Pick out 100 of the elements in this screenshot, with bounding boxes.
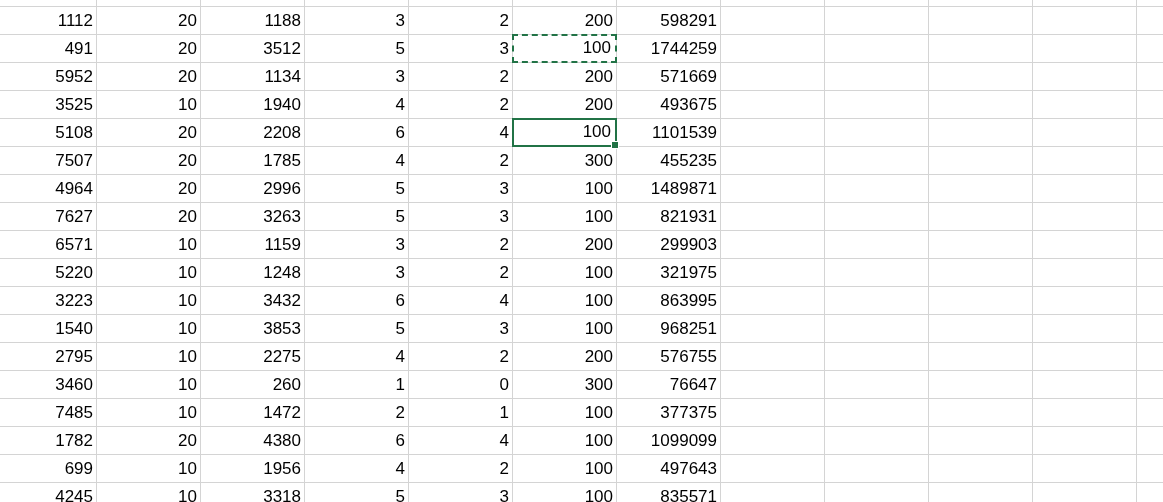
table-cell-text: 5 <box>394 485 406 502</box>
fill-handle[interactable] <box>611 141 619 149</box>
table-cell-text: 200 <box>583 233 614 256</box>
table-cell-text: 200 <box>583 93 614 116</box>
table-cell-text: 20 <box>177 37 198 60</box>
table-cell-text: 576755 <box>659 345 718 368</box>
table-cell-text: 20 <box>177 149 198 172</box>
table-cell-text: 10 <box>177 485 198 502</box>
table-cell-text: 571669 <box>659 65 718 88</box>
table-cell-text: 10 <box>177 261 198 284</box>
table-cell-text: 300 <box>583 149 614 172</box>
table-cell-text: 10 <box>177 373 198 396</box>
table-cell-text: 10 <box>177 345 198 368</box>
table-cell-text: 1489871 <box>649 177 718 200</box>
table-cell-text: 200 <box>583 9 614 32</box>
table-cell-text: 7627 <box>54 205 94 228</box>
table-cell-text: 10 <box>177 317 198 340</box>
table-cell-text: 5 <box>394 317 406 340</box>
table-cell-text: 10 <box>177 289 198 312</box>
table-cell-text: 3 <box>394 65 406 88</box>
table-cell-text: 3 <box>394 9 406 32</box>
table-cell-text: 20 <box>177 65 198 88</box>
table-cell-text: 3 <box>498 37 510 60</box>
table-cell-text: 491 <box>63 37 94 60</box>
table-cell-text: 3223 <box>54 289 94 312</box>
table-cell-text: 3318 <box>262 485 302 502</box>
table-cell-text: 3432 <box>262 289 302 312</box>
table-cell-text: 300 <box>583 373 614 396</box>
table-cell-text: 1744259 <box>649 37 718 60</box>
table-cell-text: 2208 <box>262 121 302 144</box>
table-cell-text: 1248 <box>262 261 302 284</box>
table-cell-text: 1101539 <box>651 121 718 144</box>
table-cell-text: 699 <box>63 457 94 480</box>
table-cell-text: 4380 <box>262 429 302 452</box>
table-cell-text: 3 <box>394 261 406 284</box>
table-cell-text: 1956 <box>262 457 302 480</box>
table-cell-text: 100 <box>583 205 614 228</box>
table-cell-text: 2 <box>498 233 510 256</box>
table-cell-text: 1 <box>394 373 406 396</box>
table-cell-text: 20 <box>177 9 198 32</box>
table-cell-text: 1472 <box>262 401 302 424</box>
table-cell-text: 4245 <box>54 485 94 502</box>
table-cell-text: 4 <box>498 121 510 144</box>
table-cell-text: 5 <box>394 177 406 200</box>
table-cell-text: 3 <box>394 233 406 256</box>
table-cell-text: 6 <box>394 289 406 312</box>
table-cell-text: 20 <box>177 121 198 144</box>
table-cell-text: 493675 <box>659 93 718 116</box>
table-cell-text: 2 <box>498 9 510 32</box>
table-cell-text: 5952 <box>54 65 94 88</box>
table-cell-text: 3 <box>498 317 510 340</box>
table-cell-text: 2 <box>498 65 510 88</box>
table-cell-text: 1 <box>498 401 510 424</box>
table-cell-text: 2 <box>498 93 510 116</box>
table-cell-text: 1188 <box>263 9 302 32</box>
table-cell-text: 598291 <box>659 9 718 32</box>
table-cell-text: 0 <box>498 373 510 396</box>
table-cell-text: 20 <box>177 205 198 228</box>
table-cell-text: 3853 <box>262 317 302 340</box>
table-cell-text: 5 <box>394 205 406 228</box>
table-cell-text: 3525 <box>54 93 94 116</box>
table-cell-text: 100 <box>583 317 614 340</box>
table-cell-text: 1099099 <box>649 429 718 452</box>
table-cell-text: 2275 <box>262 345 302 368</box>
table-cell-text: 1940 <box>262 93 302 116</box>
table-cell-text: 455235 <box>659 149 718 172</box>
table-cell-text: 2 <box>394 401 406 424</box>
table-cell-text: 4 <box>394 457 406 480</box>
table-cell-text: 100 <box>583 457 614 480</box>
selected-cell: 100 <box>512 118 617 147</box>
table-cell-text: 100 <box>583 485 614 502</box>
table-cell-text: 1159 <box>263 233 302 256</box>
table-cell-text: 100 <box>583 289 614 312</box>
table-cell-text: 1785 <box>262 149 302 172</box>
table-cell: 100 <box>512 34 617 63</box>
table-cell-text: 1112 <box>56 9 94 32</box>
table-cell-text: 3 <box>498 485 510 502</box>
table-cell-text: 2 <box>498 149 510 172</box>
table-cell-text: 20 <box>177 177 198 200</box>
table-cell-text: 7485 <box>54 401 94 424</box>
table-cell-text: 10 <box>177 93 198 116</box>
table-cell-text: 100 <box>583 401 614 424</box>
table-cell-text: 100 <box>583 261 614 284</box>
table-cell-text: 377375 <box>659 401 718 424</box>
table-cell-text: 3 <box>498 177 510 200</box>
table-cell-text: 2 <box>498 345 510 368</box>
table-cell-text: 321975 <box>659 261 718 284</box>
table-cell-text: 497643 <box>659 457 718 480</box>
table-cell-text: 76647 <box>668 373 718 396</box>
table-cell-text: 1540 <box>54 317 94 340</box>
table-cell-text: 6 <box>394 121 406 144</box>
table-cell-text: 10 <box>177 457 198 480</box>
table-cell-text: 6 <box>394 429 406 452</box>
table-cell-text: 3 <box>498 205 510 228</box>
table-cell-text: 1134 <box>263 65 302 88</box>
table-cell-text: 4 <box>394 93 406 116</box>
table-cell-text: 4 <box>498 289 510 312</box>
table-cell-text: 100 <box>583 177 614 200</box>
table-cell-text: 10 <box>177 401 198 424</box>
table-cell-text: 3263 <box>262 205 302 228</box>
